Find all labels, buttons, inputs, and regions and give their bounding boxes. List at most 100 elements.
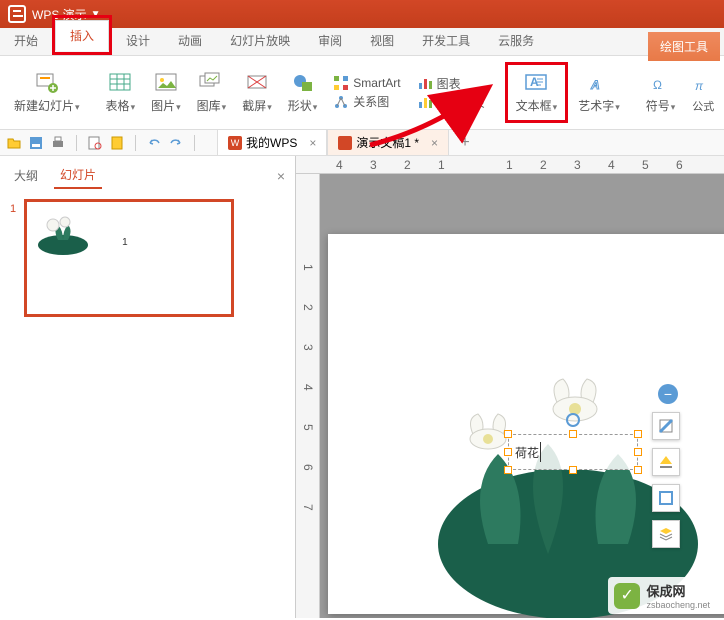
watermark-logo-icon bbox=[614, 583, 640, 609]
wps-tab-icon: W bbox=[228, 136, 242, 150]
resize-handle[interactable] bbox=[504, 448, 512, 456]
outline-tab[interactable]: 大纲 bbox=[8, 163, 44, 188]
layer-tool-button[interactable] bbox=[652, 520, 680, 548]
shapes-icon bbox=[291, 71, 315, 95]
screenshot-label: 截屏 bbox=[242, 99, 266, 113]
wordart-button[interactable]: A 艺术字▾ bbox=[572, 67, 626, 118]
undo-icon[interactable] bbox=[146, 135, 162, 151]
vertical-ruler: 1234567 bbox=[296, 174, 320, 618]
horizontal-ruler: 4321123456 bbox=[296, 156, 724, 174]
open-file-icon[interactable] bbox=[6, 135, 22, 151]
tab-draw-tools[interactable]: 绘图工具 bbox=[648, 32, 720, 61]
resize-handle[interactable] bbox=[569, 430, 577, 438]
svg-text:A: A bbox=[590, 78, 600, 92]
chart-button[interactable]: 图表 bbox=[417, 75, 485, 92]
formula-label: 公式 bbox=[692, 98, 714, 114]
highlight-insert: 插入 bbox=[52, 15, 112, 55]
doc-tab-wps-label: 我的WPS bbox=[246, 134, 297, 151]
picture-icon bbox=[154, 71, 178, 95]
text-cursor bbox=[540, 442, 541, 462]
chart-label: 图表 bbox=[437, 75, 461, 92]
resize-handle[interactable] bbox=[634, 430, 642, 438]
thumbnail-item[interactable]: 1 1 bbox=[10, 199, 285, 317]
relation-label: 关系图 bbox=[353, 93, 389, 110]
doc-tab-presentation-label: 演示文稿1 * bbox=[356, 134, 419, 151]
relation-icon bbox=[333, 94, 349, 110]
slides-tab[interactable]: 幻灯片 bbox=[54, 162, 102, 189]
tab-start[interactable]: 开始 bbox=[0, 26, 52, 55]
wordart-label: 艺术字 bbox=[578, 99, 614, 113]
formula-icon: π bbox=[691, 72, 715, 96]
tab-cloud[interactable]: 云服务 bbox=[484, 26, 548, 55]
pane-close-icon[interactable]: × bbox=[277, 168, 285, 184]
gallery-label: 图库 bbox=[197, 99, 221, 113]
symbol-label: 符号 bbox=[646, 99, 670, 113]
smartart-label: SmartArt bbox=[353, 76, 400, 90]
redo-icon[interactable] bbox=[168, 135, 184, 151]
ribbon: 新建幻灯片▾ 表格▾ 图片▾ 图库▾ 截屏▾ 形状▾ SmartArt 关系图 … bbox=[0, 56, 724, 130]
table-button[interactable]: 表格▾ bbox=[100, 67, 142, 118]
formula-button[interactable]: π 公式 bbox=[685, 68, 721, 118]
screenshot-button[interactable]: 截屏▾ bbox=[236, 67, 278, 118]
slides-pane: 大纲 幻灯片 × 1 1 bbox=[0, 156, 296, 618]
tab-insert[interactable]: 插入 bbox=[55, 20, 109, 51]
textbox-text: 荷花 bbox=[515, 444, 539, 461]
resize-handle[interactable] bbox=[569, 466, 577, 474]
symbol-button[interactable]: Ω 符号▾ bbox=[640, 67, 682, 118]
tab-review[interactable]: 审阅 bbox=[304, 26, 356, 55]
ribbon-tabs: 开始 插入 设计 动画 幻灯片放映 审阅 视图 开发工具 云服务 绘图工具 bbox=[0, 28, 724, 56]
picture-button[interactable]: 图片▾ bbox=[145, 67, 187, 118]
online-chart-label: 在线图表 bbox=[437, 94, 485, 111]
online-chart-button[interactable]: 在线图表 bbox=[417, 94, 485, 111]
watermark-sub: zsbaocheng.net bbox=[646, 600, 710, 610]
gallery-icon bbox=[199, 71, 223, 95]
doc-tab-wps[interactable]: W 我的WPS × bbox=[217, 129, 327, 156]
workspace: 大纲 幻灯片 × 1 1 43211 bbox=[0, 156, 724, 618]
close-tab-icon[interactable]: × bbox=[431, 136, 438, 150]
textbox-button[interactable]: A 文本框▾ bbox=[510, 67, 564, 118]
slide-viewport[interactable]: 荷花 − bbox=[320, 174, 724, 618]
thumbnail-number: 1 bbox=[10, 199, 16, 215]
textbox-icon: A bbox=[524, 71, 548, 95]
resize-handle[interactable] bbox=[504, 430, 512, 438]
add-tab-button[interactable]: + bbox=[455, 133, 475, 153]
tab-slideshow[interactable]: 幻灯片放映 bbox=[216, 26, 304, 55]
thumbnail-text: 1 bbox=[122, 237, 128, 248]
save-icon[interactable] bbox=[28, 135, 44, 151]
thumbnail-lotus-icon bbox=[33, 210, 93, 255]
new-slide-icon bbox=[35, 71, 59, 95]
print-icon[interactable] bbox=[50, 135, 66, 151]
tab-animation[interactable]: 动画 bbox=[164, 26, 216, 55]
resize-handle[interactable] bbox=[504, 466, 512, 474]
outline-tool-button[interactable] bbox=[652, 484, 680, 512]
tab-design[interactable]: 设计 bbox=[112, 26, 164, 55]
symbol-icon: Ω bbox=[649, 71, 673, 95]
resize-handle[interactable] bbox=[634, 448, 642, 456]
close-tab-icon[interactable]: × bbox=[309, 136, 316, 150]
app-logo-icon bbox=[8, 5, 26, 23]
tab-view[interactable]: 视图 bbox=[356, 26, 408, 55]
new-slide-button[interactable]: 新建幻灯片▾ bbox=[8, 67, 86, 118]
smartart-button[interactable]: SmartArt bbox=[333, 75, 400, 91]
resize-handle[interactable] bbox=[634, 466, 642, 474]
doc-tab-presentation[interactable]: 演示文稿1 * × bbox=[327, 129, 449, 156]
fill-tool-button[interactable] bbox=[652, 412, 680, 440]
table-icon bbox=[108, 71, 132, 95]
delete-object-icon[interactable]: − bbox=[658, 384, 678, 404]
shapes-button[interactable]: 形状▾ bbox=[282, 67, 324, 118]
picture-label: 图片 bbox=[151, 99, 175, 113]
pane-tabs: 大纲 幻灯片 × bbox=[0, 156, 295, 189]
canvas-area: 4321123456 1234567 bbox=[296, 156, 724, 618]
print-preview-icon[interactable] bbox=[87, 135, 103, 151]
rotate-handle-icon[interactable] bbox=[566, 413, 580, 427]
shape-fill-button[interactable] bbox=[652, 448, 680, 476]
highlight-textbox: A 文本框▾ bbox=[505, 62, 569, 123]
new-slide-label: 新建幻灯片 bbox=[14, 99, 74, 113]
gallery-button[interactable]: 图库▾ bbox=[191, 67, 233, 118]
textbox-object[interactable]: 荷花 bbox=[508, 434, 638, 470]
thumbnail-preview[interactable]: 1 bbox=[24, 199, 234, 317]
paste-icon[interactable] bbox=[109, 135, 125, 151]
wordart-icon: A bbox=[587, 71, 611, 95]
tab-devtools[interactable]: 开发工具 bbox=[408, 26, 484, 55]
relation-button[interactable]: 关系图 bbox=[333, 93, 400, 110]
